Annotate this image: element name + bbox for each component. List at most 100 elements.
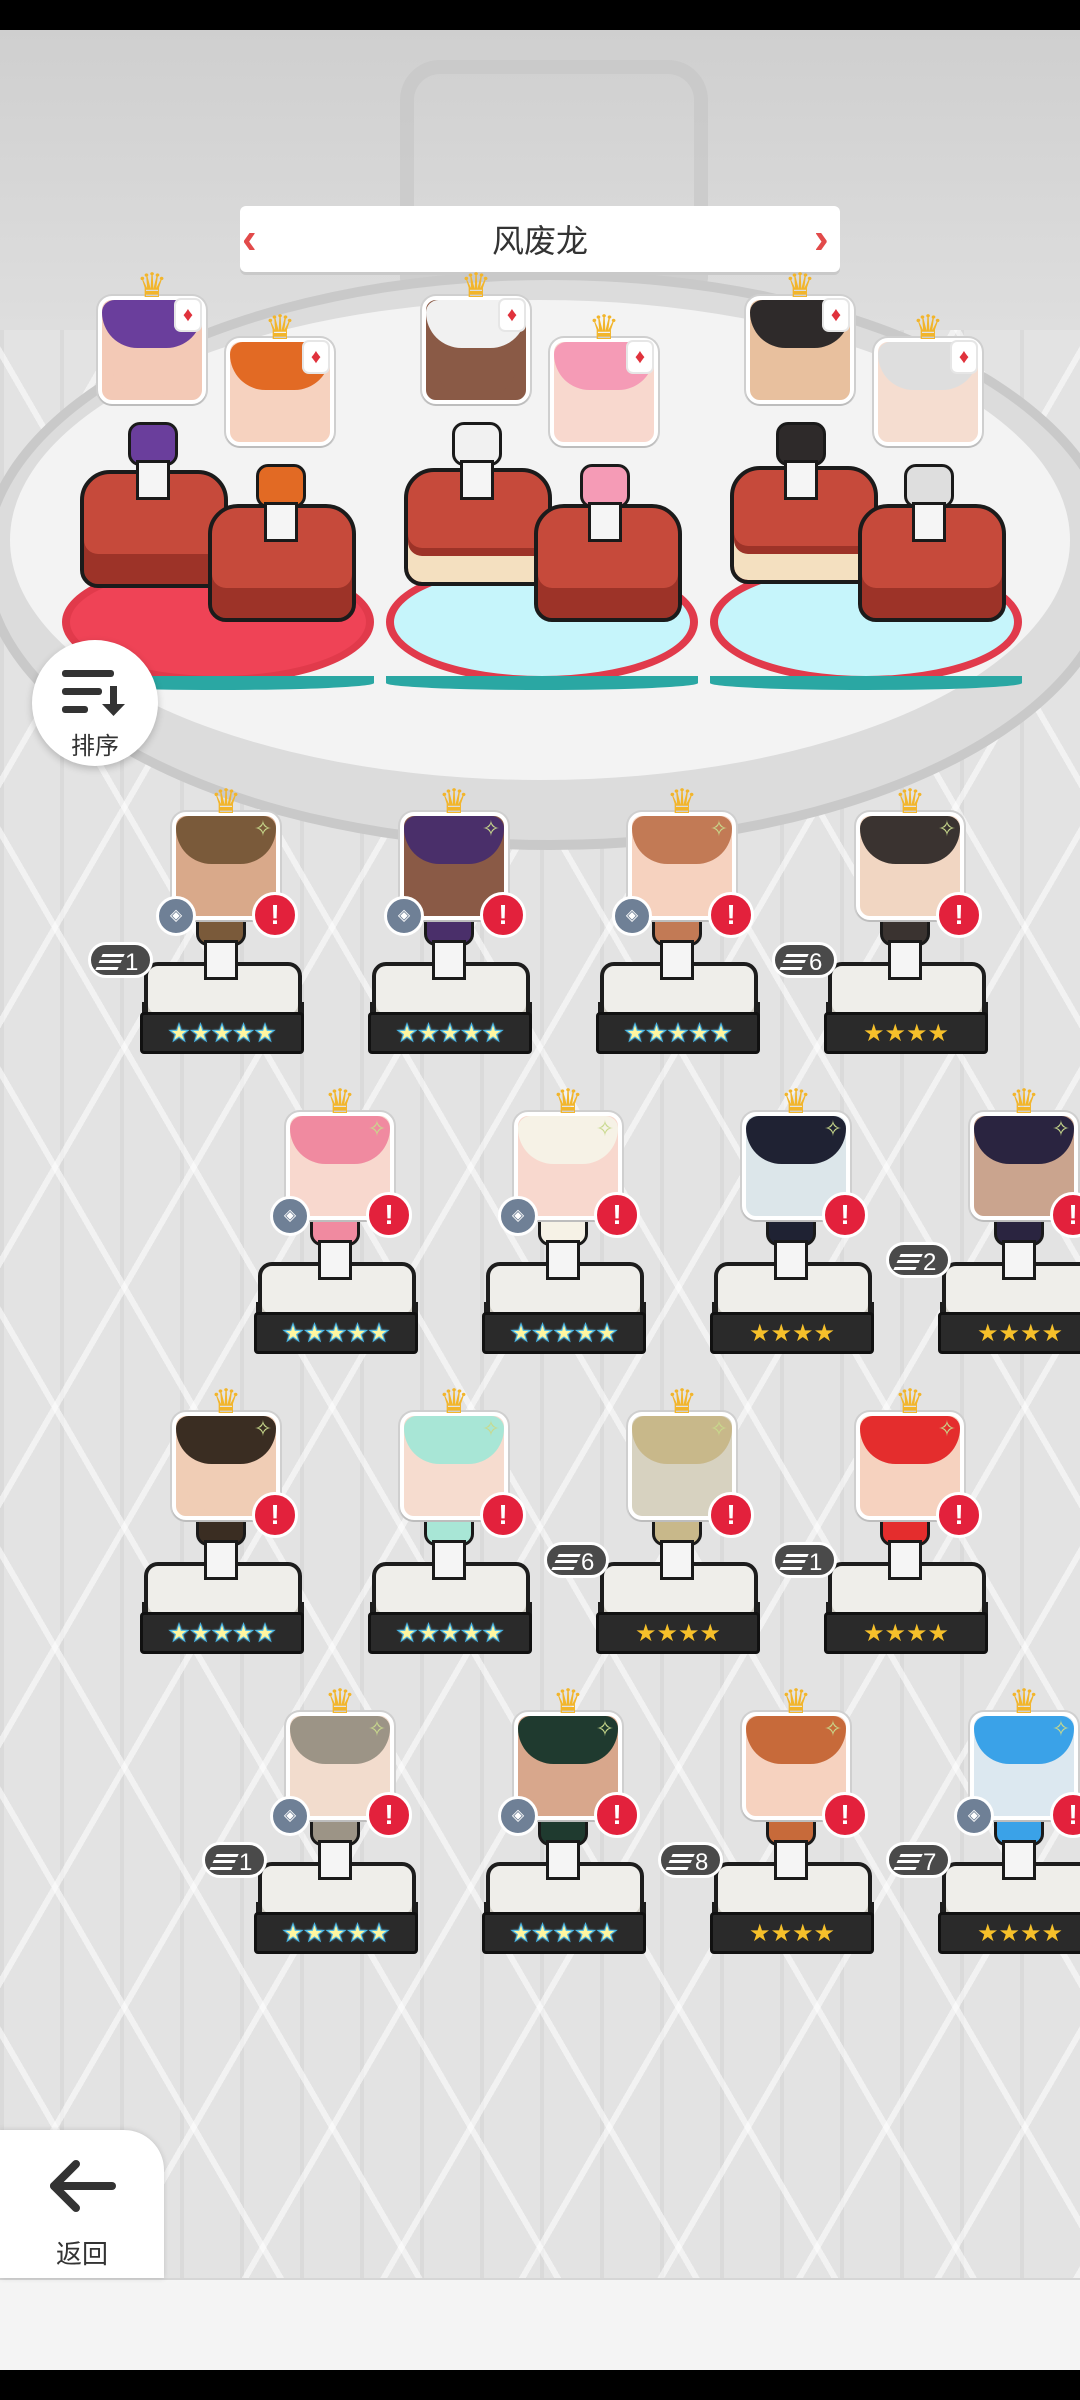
star-rating: ★★★★ bbox=[596, 1612, 760, 1654]
banner-left-chevron-icon: ‹ bbox=[242, 214, 257, 263]
duplicate-count: 1 bbox=[125, 949, 139, 976]
star-rating-stars: ★★★★ bbox=[976, 1319, 1064, 1347]
exclamation-icon[interactable]: ! bbox=[936, 1492, 982, 1538]
sparkle-icon: ✧ bbox=[481, 1416, 501, 1441]
star-rating-stars: ★★★★★ bbox=[168, 1619, 277, 1647]
star-rating: ★★★★ bbox=[710, 1912, 874, 1954]
sprite-body bbox=[318, 1840, 352, 1880]
duplicate-count-badge: 2 bbox=[886, 1242, 952, 1278]
sprite-body bbox=[432, 1540, 466, 1580]
banner-right-chevron-icon: › bbox=[814, 214, 829, 263]
diamond-card-icon: ♦ bbox=[824, 300, 848, 330]
exclamation-icon[interactable]: ! bbox=[708, 1492, 754, 1538]
hero-sprite bbox=[574, 464, 630, 542]
exclamation-icon[interactable]: ! bbox=[822, 1792, 868, 1838]
duplicate-count: 2 bbox=[923, 1249, 937, 1276]
star-rating-stars: ★★★★ bbox=[748, 1319, 836, 1347]
stage-title-banner: ‹ 风废龙 › bbox=[240, 206, 840, 272]
crown-icon: ♛ bbox=[438, 1383, 470, 1421]
crown-icon: ♛ bbox=[894, 1383, 926, 1421]
crown-icon: ♛ bbox=[666, 783, 698, 821]
sparkle-icon: ✧ bbox=[367, 1716, 387, 1741]
crown-icon: ♛ bbox=[666, 1383, 698, 1421]
hero-sprite bbox=[122, 422, 178, 500]
star-rating: ★★★★ bbox=[938, 1912, 1080, 1954]
exclamation-icon[interactable]: ! bbox=[252, 1492, 298, 1538]
sprite-body bbox=[136, 460, 170, 500]
stack-icon bbox=[779, 1554, 809, 1570]
diamond-card-icon: ♦ bbox=[628, 342, 652, 372]
diamond-card-icon: ♦ bbox=[952, 342, 976, 372]
stack-icon bbox=[209, 1854, 239, 1870]
exclamation-icon[interactable]: ! bbox=[366, 1792, 412, 1838]
sparkle-icon: ✧ bbox=[937, 1416, 957, 1441]
hero-sprite bbox=[250, 464, 306, 542]
duplicate-count: 1 bbox=[809, 1549, 823, 1576]
crown-icon: ♛ bbox=[324, 1683, 356, 1721]
exclamation-icon[interactable]: ! bbox=[480, 892, 526, 938]
sort-button[interactable]: 排序 bbox=[32, 640, 158, 766]
sparkle-icon: ✧ bbox=[595, 1716, 615, 1741]
hero-sprite bbox=[898, 464, 954, 542]
rank-badge-icon: ◈ bbox=[498, 1796, 538, 1836]
sparkle-icon: ✧ bbox=[253, 816, 273, 841]
sparkle-icon: ✧ bbox=[1051, 1716, 1071, 1741]
duplicate-count: 6 bbox=[809, 949, 823, 976]
rank-badge-icon: ◈ bbox=[270, 1796, 310, 1836]
sprite-body bbox=[588, 502, 622, 542]
stack-icon bbox=[893, 1854, 923, 1870]
star-rating-stars: ★★★★★ bbox=[168, 1019, 277, 1047]
crown-icon: ♛ bbox=[438, 783, 470, 821]
sparkle-icon: ✧ bbox=[595, 1116, 615, 1141]
crown-icon: ♛ bbox=[264, 309, 296, 347]
sprite-body bbox=[660, 1540, 694, 1580]
crown-icon: ♛ bbox=[552, 1683, 584, 1721]
sprite-body bbox=[546, 1840, 580, 1880]
exclamation-icon[interactable]: ! bbox=[366, 1192, 412, 1238]
exclamation-icon[interactable]: ! bbox=[822, 1192, 868, 1238]
sort-icon bbox=[62, 670, 125, 716]
star-rating-stars: ★★★★★ bbox=[396, 1619, 505, 1647]
crown-icon: ♛ bbox=[780, 1083, 812, 1121]
star-rating: ★★★★★ bbox=[140, 1012, 304, 1054]
exclamation-icon[interactable]: ! bbox=[252, 892, 298, 938]
crown-icon: ♛ bbox=[460, 267, 492, 305]
star-rating-stars: ★★★★★ bbox=[282, 1319, 391, 1347]
star-rating-stars: ★★★★★ bbox=[624, 1019, 733, 1047]
exclamation-icon[interactable]: ! bbox=[594, 1192, 640, 1238]
crown-icon: ♛ bbox=[552, 1083, 584, 1121]
duplicate-count-badge: 6 bbox=[772, 942, 838, 978]
stage-title: 风废龙 bbox=[491, 223, 588, 259]
exclamation-icon[interactable]: ! bbox=[708, 892, 754, 938]
crown-icon: ♛ bbox=[136, 267, 168, 305]
sprite-body bbox=[784, 460, 818, 500]
sparkle-icon: ✧ bbox=[823, 1716, 843, 1741]
duplicate-count-badge: 1 bbox=[88, 942, 154, 978]
rank-badge-icon: ◈ bbox=[498, 1196, 538, 1236]
star-rating: ★★★★★ bbox=[368, 1012, 532, 1054]
sprite-body bbox=[318, 1240, 352, 1280]
star-rating-stars: ★★★★ bbox=[862, 1619, 950, 1647]
stack-icon bbox=[779, 954, 809, 970]
star-rating: ★★★★★ bbox=[254, 1312, 418, 1354]
sparkle-icon: ✧ bbox=[709, 1416, 729, 1441]
stack-icon bbox=[665, 1854, 695, 1870]
duplicate-count: 6 bbox=[581, 1549, 595, 1576]
back-button[interactable]: 返回 bbox=[0, 2130, 164, 2278]
exclamation-icon[interactable]: ! bbox=[936, 892, 982, 938]
star-rating-stars: ★★★★ bbox=[748, 1919, 836, 1947]
crown-icon: ♛ bbox=[210, 783, 242, 821]
crown-icon: ♛ bbox=[1008, 1683, 1040, 1721]
exclamation-icon[interactable]: ! bbox=[594, 1792, 640, 1838]
duplicate-count-badge: 1 bbox=[772, 1542, 838, 1578]
star-rating-stars: ★★★★ bbox=[634, 1619, 722, 1647]
star-rating: ★★★★★ bbox=[482, 1912, 646, 1954]
crown-icon: ♛ bbox=[780, 1683, 812, 1721]
diamond-card-icon: ♦ bbox=[500, 300, 524, 330]
crown-icon: ♛ bbox=[784, 267, 816, 305]
crown-icon: ♛ bbox=[894, 783, 926, 821]
exclamation-icon[interactable]: ! bbox=[480, 1492, 526, 1538]
star-rating: ★★★★ bbox=[710, 1312, 874, 1354]
stack-icon bbox=[893, 1254, 923, 1270]
sparkle-icon: ✧ bbox=[481, 816, 501, 841]
